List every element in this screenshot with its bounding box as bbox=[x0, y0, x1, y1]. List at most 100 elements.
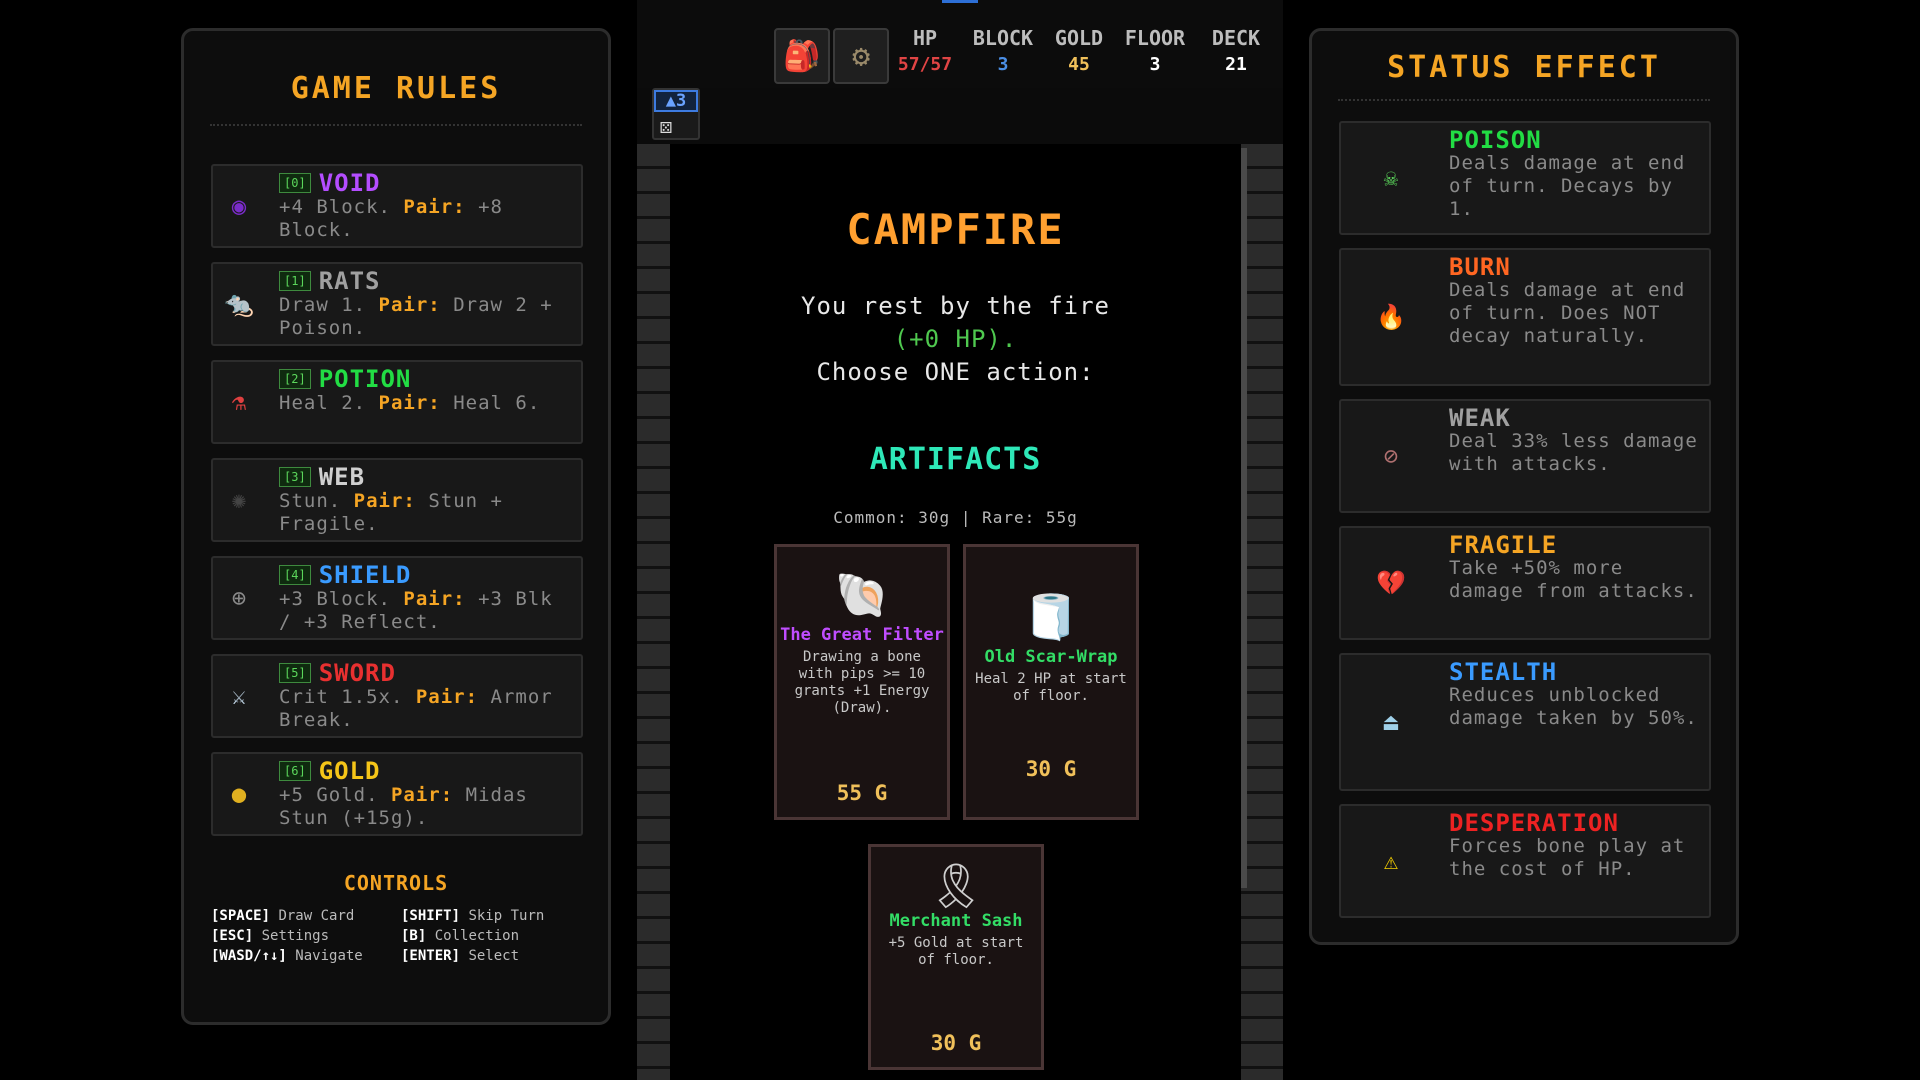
effects-list: ☠ POISON Deals damage at end of turn. Deca… bbox=[1339, 121, 1711, 931]
pair-label: Pair: bbox=[378, 294, 441, 316]
rule-head: [4] SHIELD bbox=[279, 561, 573, 589]
sword-icon: ⚔ bbox=[231, 682, 247, 710]
control-label: Settings bbox=[261, 928, 330, 944]
rule-sword: ⚔ [5] SWORD Crit 1.5x. Pair: Armor Break. bbox=[211, 654, 583, 738]
artifact-price: 30 G bbox=[930, 1031, 982, 1055]
rest-text: You rest by the fire bbox=[801, 292, 1110, 320]
pair-label: Pair: bbox=[353, 490, 416, 512]
rule-key-badge: [6] bbox=[279, 761, 311, 781]
cloak-icon: ⏏ bbox=[1383, 708, 1399, 736]
ascension-badge: ▲3 bbox=[654, 90, 698, 112]
hp-stat: HP 57/57 bbox=[895, 26, 955, 75]
rule-effect: +5 Gold. bbox=[279, 784, 379, 806]
effect-desc: Deals damage at end of turn. Decays by 1… bbox=[1449, 152, 1686, 220]
campfire-screen: CAMPFIRE You rest by the fire (+0 HP). C… bbox=[670, 144, 1241, 1080]
effect-poison: ☠ POISON Deals damage at end of turn. Deca… bbox=[1339, 121, 1711, 235]
ascension-button[interactable]: ▲3 ⚄ bbox=[652, 88, 700, 140]
shield-icon: ⊕ bbox=[231, 584, 247, 612]
effect-desc: Reduces unblocked damage taken by 50%. bbox=[1449, 684, 1698, 729]
warning-icon: ⚠ bbox=[1383, 847, 1399, 875]
game-rules-title: GAME RULES bbox=[290, 71, 502, 106]
effect-body: DESPERATION Forces bone play at the cost … bbox=[1449, 806, 1709, 889]
artifacts-title: ARTIFACTS bbox=[869, 442, 1042, 477]
rule-head: [3] WEB bbox=[279, 463, 573, 491]
control-label: Select bbox=[468, 948, 520, 964]
effect-body: POISON Deals damage at end of turn. Decay… bbox=[1449, 123, 1709, 229]
artifact-prices: Common: 30g | Rare: 55g bbox=[833, 508, 1078, 527]
campfire-message: You rest by the fire (+0 HP). Choose ONE… bbox=[670, 290, 1241, 389]
artifact-desc: Drawing a bone with pips >= 10 grants +1… bbox=[794, 649, 930, 716]
status-effect-panel: STATUS EFFECT ☠ POISON Deals damage at end… bbox=[1309, 28, 1739, 945]
pair-label: Pair: bbox=[390, 784, 454, 806]
control-label: Navigate bbox=[295, 948, 363, 964]
artifact-card-old-scar-wrap[interactable]: 🧻 Old Scar-Wrap Heal 2 HP at start of fl… bbox=[963, 544, 1139, 820]
rule-effect: +3 Block. bbox=[279, 588, 391, 610]
bandage-roll-icon: 🧻 bbox=[1023, 592, 1079, 643]
rule-effect: Crit 1.5x. bbox=[279, 686, 404, 708]
divider bbox=[1338, 99, 1710, 101]
game-view: 🎒 ⚙ HP 57/57 BLOCK 3 GOLD 45 FLOOR 3 DEC… bbox=[637, 0, 1283, 1080]
artifact-desc: +5 Gold at start of floor. bbox=[888, 935, 1024, 968]
skull-icon: ☠ bbox=[1383, 164, 1399, 192]
effect-body: STEALTH Reduces unblocked damage taken by… bbox=[1449, 655, 1709, 738]
dice-icon: ⚄ bbox=[660, 114, 673, 138]
rule-name: RATS bbox=[318, 267, 381, 295]
control-item: [SHIFT] Skip Turn bbox=[401, 909, 591, 923]
rule-head: [2] POTION bbox=[279, 365, 573, 393]
flame-icon: 🔥 bbox=[1376, 303, 1406, 331]
rule-key-badge: [4] bbox=[279, 565, 311, 585]
control-key: [SHIFT] bbox=[401, 908, 461, 924]
artifact-desc: Heal 2 HP at start of floor. bbox=[975, 671, 1127, 704]
effect-name: DESPERATION bbox=[1449, 809, 1619, 837]
backpack-icon: 🎒 bbox=[783, 38, 821, 74]
rule-body: [1] RATS Draw 1. Pair: Draw 2 + Poison. bbox=[279, 267, 573, 340]
effect-fragile: 💔 FRAGILE Take +50% more damage from attac… bbox=[1339, 526, 1711, 640]
effect-desc: Forces bone play at the cost of HP. bbox=[1449, 835, 1686, 880]
tab-indicator bbox=[942, 0, 978, 3]
backpack-button[interactable]: 🎒 bbox=[774, 28, 830, 84]
rule-effect: Stun. bbox=[279, 490, 342, 512]
rule-name: VOID bbox=[318, 169, 381, 197]
pair-label: Pair: bbox=[415, 686, 479, 708]
ascension-icon: ▲ bbox=[665, 91, 676, 111]
rule-effect: Draw 1. bbox=[279, 294, 367, 316]
potion-icon: ⚗ bbox=[231, 388, 247, 416]
rule-gold: ● [6] GOLD +5 Gold. Pair: Midas Stun (+15g)… bbox=[211, 752, 583, 836]
rule-body: [5] SWORD Crit 1.5x. Pair: Armor Break. bbox=[279, 659, 573, 732]
control-key: [ESC] bbox=[211, 928, 254, 944]
rule-desc: Draw 1. Pair: Draw 2 + Poison. bbox=[279, 294, 573, 340]
effect-name: POISON bbox=[1449, 126, 1542, 154]
rule-void: ◉ [0] VOID +4 Block. Pair: +8 Block. bbox=[211, 164, 583, 248]
campfire-title: CAMPFIRE bbox=[846, 205, 1065, 254]
rule-name: WEB bbox=[318, 463, 366, 491]
rule-desc: Heal 2. Pair: Heal 6. bbox=[279, 392, 573, 415]
rule-desc: Crit 1.5x. Pair: Armor Break. bbox=[279, 686, 573, 732]
rule-key-badge: [3] bbox=[279, 467, 311, 487]
effect-body: WEAK Deal 33% less damage with attacks. bbox=[1449, 401, 1709, 484]
left-rail bbox=[637, 144, 670, 1080]
gold-value: 45 bbox=[1068, 54, 1090, 75]
rule-name: POTION bbox=[318, 365, 412, 393]
rule-key-badge: [1] bbox=[279, 271, 311, 291]
controls-title: CONTROLS bbox=[343, 871, 449, 895]
artifact-price: 55 G bbox=[836, 781, 888, 805]
top-bar: 🎒 ⚙ HP 57/57 BLOCK 3 GOLD 45 FLOOR 3 DEC… bbox=[637, 0, 1283, 90]
rat-icon: 🐀 bbox=[224, 290, 254, 318]
control-item: [ESC] Settings bbox=[211, 929, 401, 943]
sub-bar: ▲3 ⚄ bbox=[637, 88, 1283, 146]
gold-coin-icon: ● bbox=[231, 780, 247, 808]
settings-button[interactable]: ⚙ bbox=[833, 28, 889, 84]
control-key: [ENTER] bbox=[401, 948, 461, 964]
rule-body: [4] SHIELD +3 Block. Pair: +3 Blk / +3 Ref… bbox=[279, 561, 573, 634]
block-label: BLOCK bbox=[972, 26, 1034, 50]
divider bbox=[210, 124, 582, 126]
scrollbar-thumb[interactable] bbox=[1241, 148, 1247, 888]
effect-name: STEALTH bbox=[1449, 658, 1558, 686]
artifact-card-great-filter[interactable]: 🐚 The Great Filter Drawing a bone with p… bbox=[774, 544, 950, 820]
control-item: [ENTER] Select bbox=[401, 949, 591, 963]
rule-body: [6] GOLD +5 Gold. Pair: Midas Stun (+15g). bbox=[279, 757, 573, 830]
pair-label: Pair: bbox=[403, 196, 466, 218]
artifact-card-merchant-sash[interactable]: 🎗 Merchant Sash +5 Gold at start of floo… bbox=[868, 844, 1044, 1070]
control-label: Draw Card bbox=[278, 908, 355, 924]
broken-heart-icon: 💔 bbox=[1376, 569, 1406, 597]
